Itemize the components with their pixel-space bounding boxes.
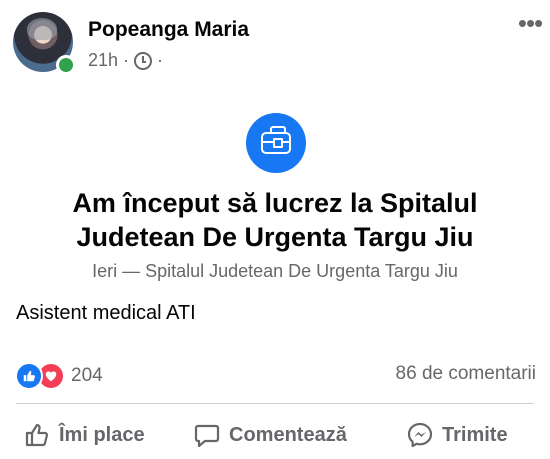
share-label: Trimite [442,423,508,446]
thumbs-up-icon [25,423,49,447]
more-icon[interactable]: ••• [510,8,550,38]
divider [16,403,534,404]
separator: · [157,50,164,70]
comment-button[interactable]: Comentează [193,415,347,455]
share-button[interactable]: Trimite [406,415,508,455]
comment-label: Comentează [229,423,347,446]
like-label: Îmi place [59,423,145,446]
comment-bubble-icon [194,424,220,448]
briefcase-icon [246,113,306,173]
headline-line-2: Judetean De Urgenta Targu Jiu [76,222,474,252]
life-event-subline: Ieri — Spitalul Judetean De Urgenta Targ… [92,261,458,281]
author-name[interactable]: Popeanga Maria [88,18,249,42]
reactions-summary[interactable]: 204 [15,362,103,390]
headline-line-1: Am început să lucrez la Spitalul [72,188,478,218]
online-status-icon [56,55,76,75]
post-time[interactable]: 21h [88,50,118,71]
reactions-count: 204 [71,365,103,386]
life-event-headline: Am început să lucrez la Spitalul Judetea… [0,186,550,254]
clock-icon [134,51,153,70]
like-button[interactable]: Îmi place [23,415,145,455]
separator: · [123,50,130,70]
post-body: Asistent medical ATI [16,302,196,324]
post-header: Popeanga Maria 21h · · ••• [13,8,550,75]
like-reaction-icon [15,362,43,390]
post-meta: 21h · · [88,50,168,71]
messenger-icon [407,422,433,448]
comments-count[interactable]: 86 de comentarii [396,363,536,385]
action-bar: Îmi place Comentează Trimite [0,415,550,455]
